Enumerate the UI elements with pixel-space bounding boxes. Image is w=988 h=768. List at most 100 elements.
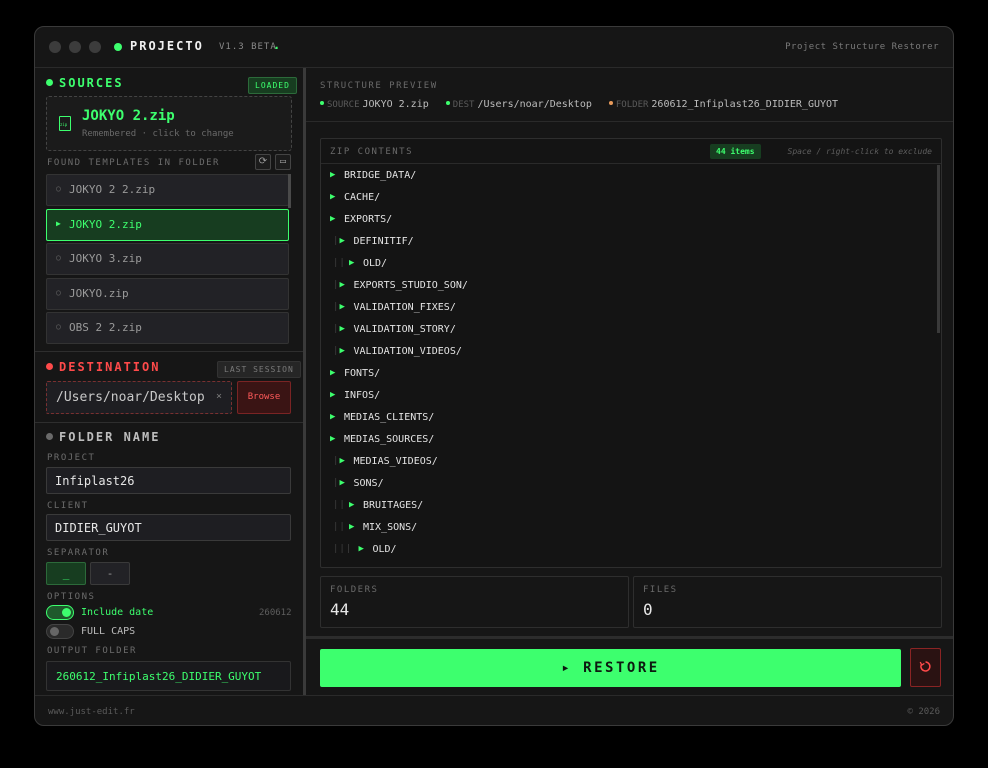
template-item[interactable]: ○ JOKYO.zip — [46, 277, 289, 310]
play-arrow-icon: ▶ — [56, 218, 61, 228]
folder-expand-icon[interactable]: ▶ — [330, 170, 335, 180]
footer: www.just-edit.fr © 2026 — [35, 695, 953, 725]
refresh-icon[interactable]: ⟳ — [255, 154, 271, 170]
folder-expand-icon[interactable]: ▶ — [340, 478, 345, 488]
clear-icon[interactable]: × — [216, 391, 222, 402]
tree-folder-name: BRUITAGES/ — [363, 500, 424, 511]
folder-expand-icon[interactable]: ▶ — [340, 302, 345, 312]
tree-row[interactable]: | ▶ SONS/ — [321, 473, 939, 495]
folder-expand-icon[interactable]: ▶ — [349, 258, 354, 268]
template-list: ○ JOKYO 2 2.zip ▶ JOKYO 2.zip ○ JOKYO 3.zip… — [46, 174, 290, 347]
destination-session-badge: LAST SESSION — [217, 361, 301, 378]
sources-heading: SOURCES — [46, 76, 124, 90]
destination-heading: DESTINATION — [46, 360, 160, 374]
template-item[interactable]: ○ OBS 2 2.zip — [46, 312, 289, 344]
full-caps-toggle[interactable] — [46, 624, 74, 639]
tree-row[interactable]: || ▶ BRUITAGES/ — [321, 495, 939, 517]
sources-dot-icon — [46, 79, 53, 86]
tree-row[interactable]: | ▶ VALIDATION_STORY/ — [321, 319, 939, 341]
app-window: PROJECTO V1.3 BETA . Project Structure R… — [34, 26, 954, 726]
output-folder-value: 260612_Infiplast26_DIDIER_GUYOT — [46, 661, 291, 691]
folder-expand-icon[interactable]: ▶ — [330, 434, 335, 444]
files-stat: FILES 0 — [633, 576, 942, 628]
app-version-dot: . — [273, 38, 281, 52]
template-item-selected[interactable]: ▶ JOKYO 2.zip — [46, 208, 289, 241]
separator-underscore-button[interactable]: _ — [46, 562, 86, 585]
project-label: PROJECT — [47, 453, 96, 463]
reset-button[interactable] — [910, 648, 941, 687]
folder-expand-icon[interactable]: ▶ — [330, 214, 335, 224]
restore-button[interactable]: ▸ RESTORE — [320, 649, 901, 687]
folder-expand-icon[interactable]: ▶ — [330, 390, 335, 400]
folder-expand-icon[interactable]: ▶ — [349, 500, 354, 510]
zip-contents-title: ZIP CONTENTS — [330, 147, 414, 157]
summary-folder: FOLDER 260612_Infiplast26_DIDIER_GUYOT — [608, 99, 838, 110]
folder-expand-icon[interactable]: ▶ — [359, 544, 364, 554]
tree-row[interactable]: | ▶ VALIDATION_FIXES/ — [321, 297, 939, 319]
window-zoom-button[interactable] — [89, 41, 101, 53]
folders-stat: FOLDERS 44 — [320, 576, 629, 628]
destination-path-field[interactable]: /Users/noar/Desktop × — [46, 381, 232, 414]
tree-row[interactable]: ▶ MEDIAS_CLIENTS/ — [321, 407, 939, 429]
tree-row[interactable]: ||| ▶ OLD/ — [321, 539, 939, 561]
tree-folder-name: BRIDGE_DATA/ — [344, 170, 417, 181]
tree-row[interactable]: | ▶ DEFINITIF/ — [321, 231, 939, 253]
tree-row[interactable]: | ▶ MEDIAS_VIDEOS/ — [321, 451, 939, 473]
folder-expand-icon[interactable]: ▶ — [340, 456, 345, 466]
include-date-toggle[interactable] — [46, 605, 74, 620]
include-date-label: Include date — [81, 607, 154, 618]
source-selector[interactable]: JOKYO 2.zip Remembered · click to change — [46, 96, 292, 151]
footer-website[interactable]: www.just-edit.fr — [48, 707, 135, 717]
folder-open-icon[interactable]: ▭ — [275, 154, 291, 170]
tree-guide: | — [333, 346, 340, 356]
folder-expand-icon[interactable]: ▶ — [330, 412, 335, 422]
tree-guide: | — [333, 324, 340, 334]
tree-row[interactable]: ▶ INFOS/ — [321, 385, 939, 407]
item-count-badge: 44 items — [710, 144, 761, 159]
toggle-knob — [50, 627, 59, 636]
tree-row[interactable]: ▶ EXPORTS/ — [321, 209, 939, 231]
tree-guide: || — [333, 522, 346, 532]
exclude-hint: Space / right-click to exclude — [787, 147, 933, 156]
date-value: 260612 — [259, 608, 292, 618]
tree-row[interactable]: | ▶ EXPORTS_STUDIO_SON/ — [321, 275, 939, 297]
separator-label: SEPARATOR — [47, 548, 110, 558]
tree-folder-name: VALIDATION_FIXES/ — [353, 302, 456, 313]
folder-expand-icon[interactable]: ▶ — [330, 192, 335, 202]
browse-button[interactable]: Browse — [237, 381, 291, 414]
tree-row[interactable]: || ▶ MIX_SONS/ — [321, 517, 939, 539]
separator-dash-button[interactable]: - — [90, 562, 130, 585]
folder-expand-icon[interactable]: ▶ — [330, 368, 335, 378]
folder-expand-icon[interactable]: ▶ — [340, 346, 345, 356]
template-item[interactable]: ○ JOKYO 2 2.zip — [46, 174, 289, 206]
folder-expand-icon[interactable]: ▶ — [340, 280, 345, 290]
tree-folder-name: VALIDATION_VIDEOS/ — [353, 346, 462, 357]
folder-expand-icon[interactable]: ▶ — [340, 324, 345, 334]
tree-row[interactable]: ▶ MEDIAS_SOURCES/ — [321, 429, 939, 451]
tree-guide: | — [333, 456, 340, 466]
tree-row[interactable]: || ▶ OLD/ — [321, 253, 939, 275]
tree-folder-name: MEDIAS_SOURCES/ — [344, 434, 435, 445]
sources-title: SOURCES — [59, 76, 124, 90]
window-close-button[interactable] — [49, 41, 61, 53]
tree-row[interactable]: | ▶ VALIDATION_VIDEOS/ — [321, 341, 939, 363]
folder-expand-icon[interactable]: ▶ — [340, 236, 345, 246]
structure-preview-title: STRUCTURE PREVIEW — [320, 81, 438, 91]
tree-row[interactable]: ▶ FONTS/ — [321, 363, 939, 385]
template-item[interactable]: ○ JOKYO 3.zip — [46, 243, 289, 275]
output-folder-label: OUTPUT FOLDER — [47, 646, 137, 656]
folders-count: 44 — [330, 600, 350, 619]
footer-copyright: © 2026 — [907, 707, 940, 717]
project-input[interactable]: Infiplast26 — [46, 467, 291, 494]
template-list-scrollbar[interactable] — [288, 174, 291, 208]
tree-folder-name: SONS/ — [353, 478, 384, 489]
client-input[interactable]: DIDIER_GUYOT — [46, 514, 291, 541]
files-label: FILES — [643, 585, 678, 595]
window-minimize-button[interactable] — [69, 41, 81, 53]
tree-row[interactable]: ▶ BRIDGE_DATA/ — [321, 165, 939, 187]
tree-scrollbar[interactable] — [937, 165, 940, 333]
preview-summary: SOURCE JOKYO 2.zip DEST/Users/noar/Deskto… — [320, 99, 849, 110]
tree-row[interactable]: ▶ CACHE/ — [321, 187, 939, 209]
folder-expand-icon[interactable]: ▶ — [349, 522, 354, 532]
tree-folder-name: MEDIAS_CLIENTS/ — [344, 412, 435, 423]
